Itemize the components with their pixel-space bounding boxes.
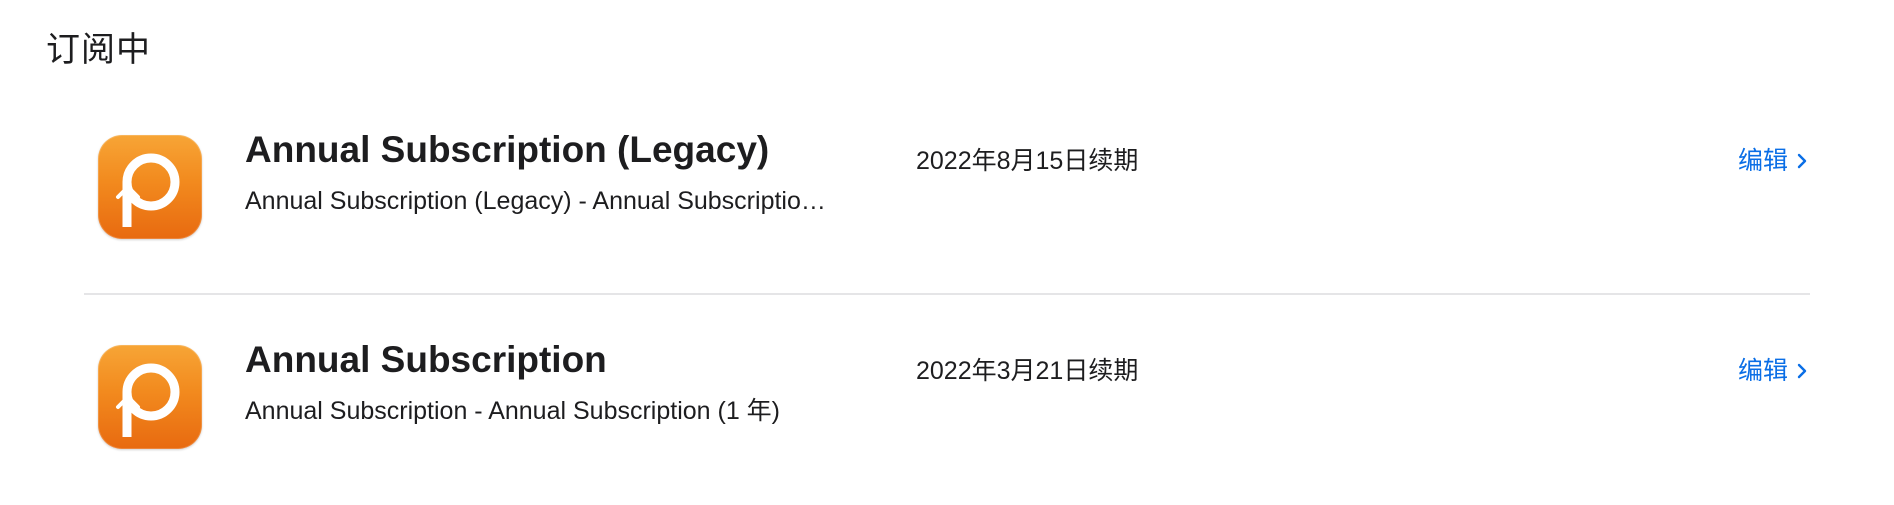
renewal-date: 2022年8月15日续期 [916,147,1139,175]
subscription-row: Annual Subscription (Legacy) Annual Subs… [84,115,1810,295]
subscription-description: Annual Subscription - Annual Subscriptio… [245,397,781,425]
section-title: 订阅中 [46,31,151,69]
subscription-name: Annual Subscription [245,339,607,380]
edit-button[interactable]: 编辑 [1738,144,1810,178]
subscription-name: Annual Subscription (Legacy) [245,129,770,170]
subscription-description: Annual Subscription (Legacy) - Annual Su… [245,187,826,215]
app-icon [98,135,202,239]
edit-label: 编辑 [1737,147,1788,175]
edit-button[interactable]: 编辑 [1738,354,1810,388]
subscription-row: Annual Subscription Annual Subscription … [84,325,1810,505]
chevron-right-icon [1797,363,1807,379]
renewal-date: 2022年3月21日续期 [916,357,1139,385]
chevron-right-icon [1797,153,1807,169]
edit-label: 编辑 [1737,357,1788,385]
row-divider [84,293,1810,295]
app-icon [98,345,202,449]
